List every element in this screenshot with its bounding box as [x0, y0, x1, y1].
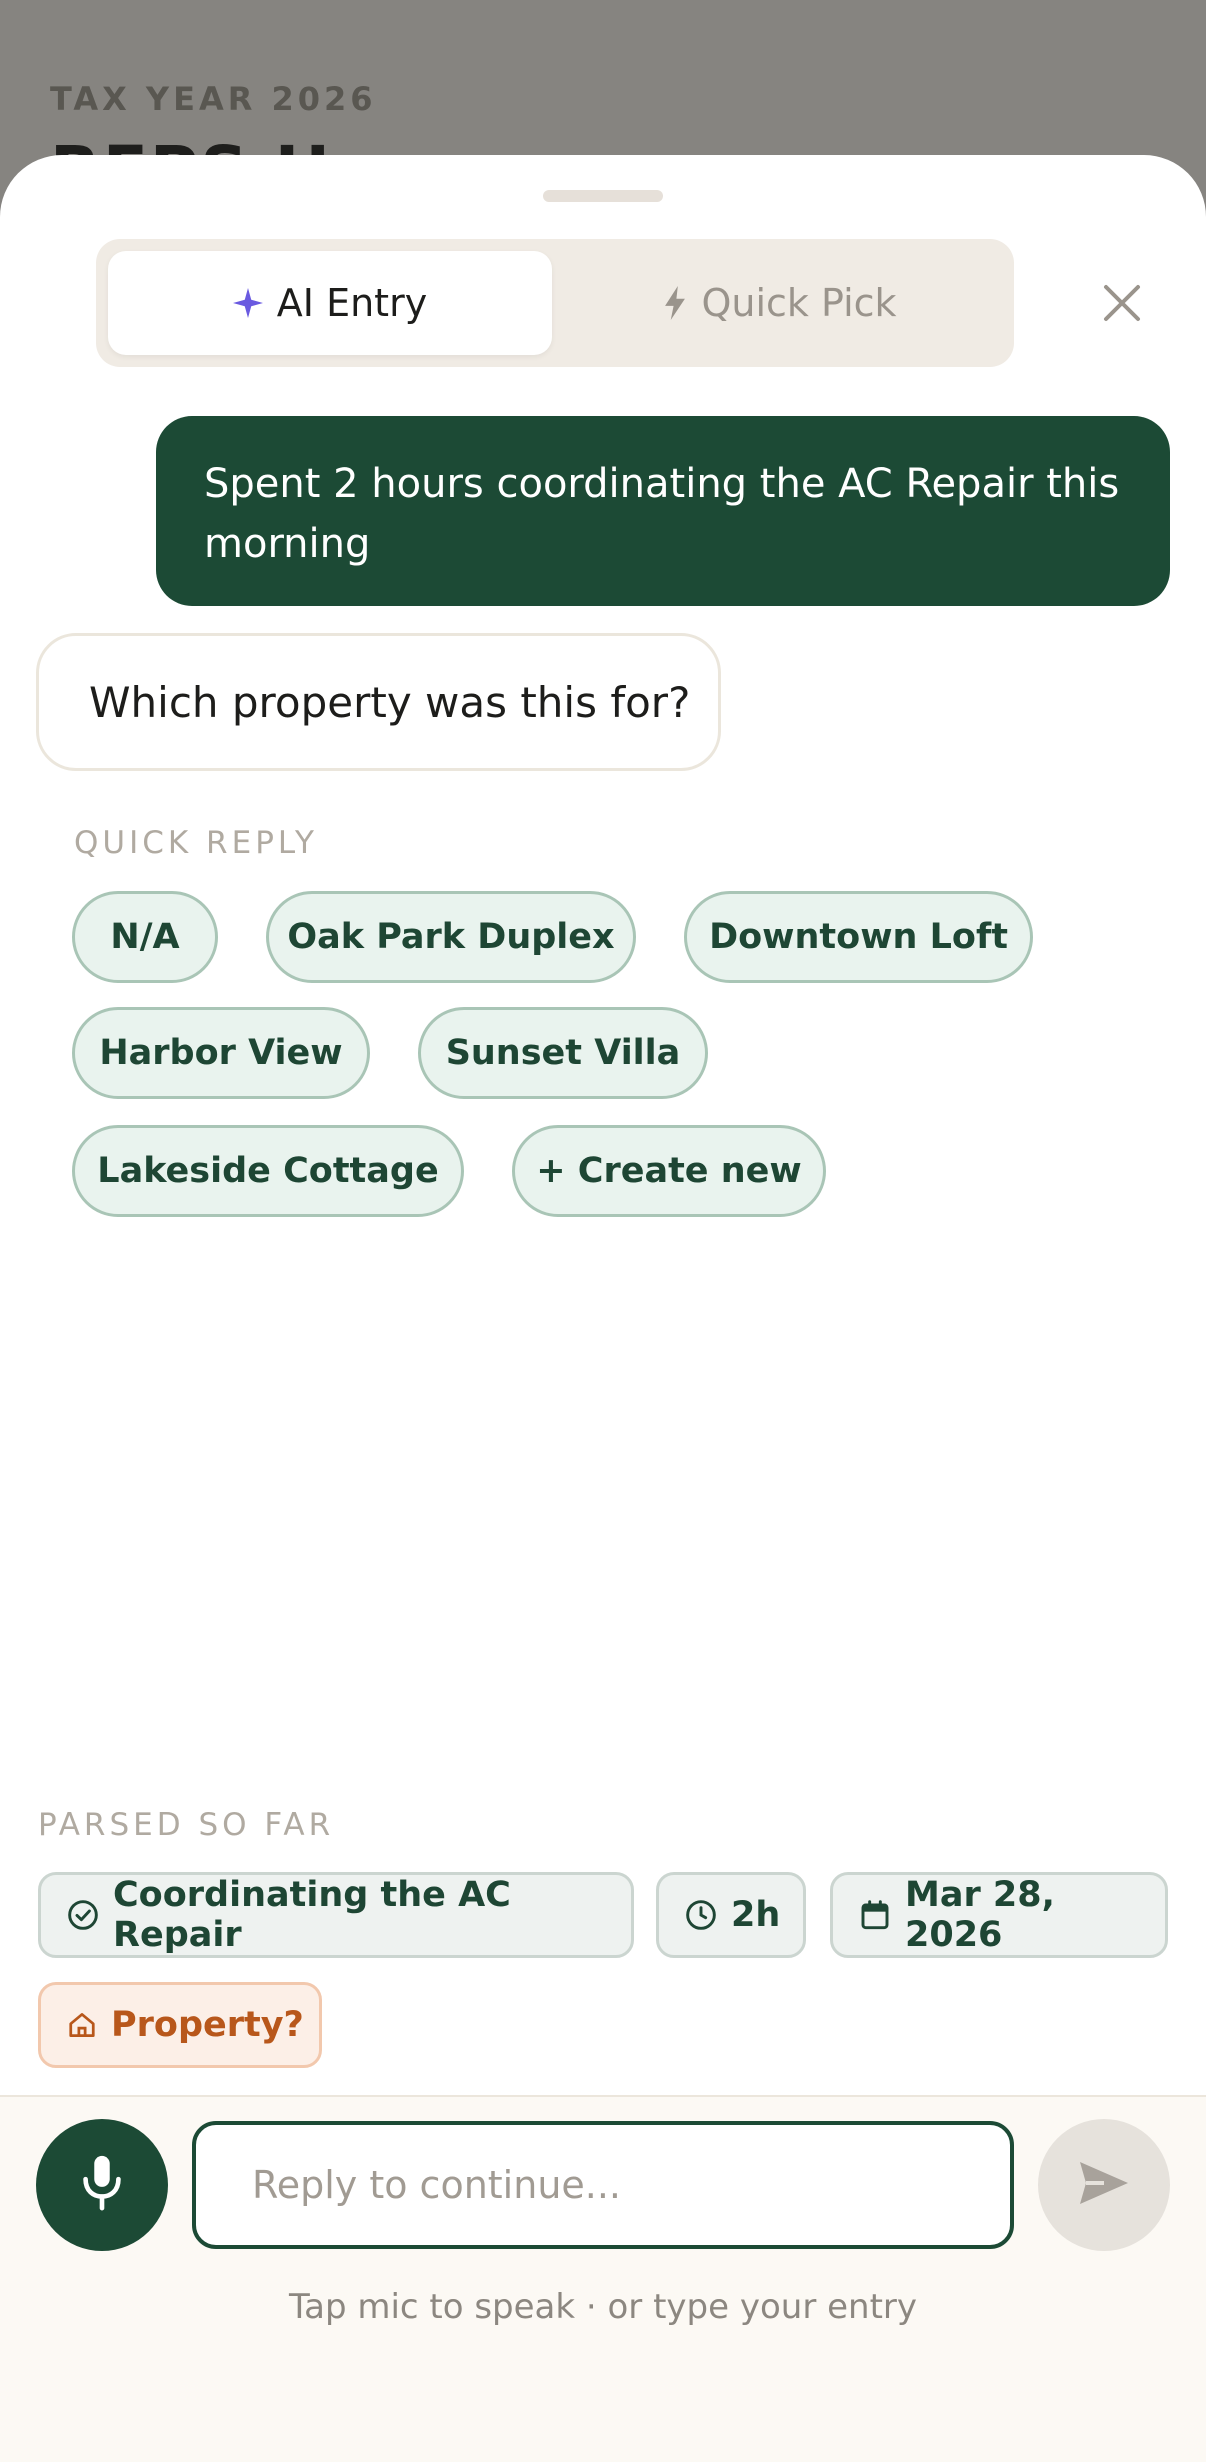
- parsed-duration-chip[interactable]: 2h: [656, 1872, 806, 1958]
- reply-input[interactable]: [192, 2121, 1014, 2249]
- background-eyebrow: TAX YEAR 2026: [50, 80, 377, 118]
- parsed-property-chip[interactable]: Property?: [38, 1982, 322, 2068]
- quick-reply-chip-create-new[interactable]: + Create new: [512, 1125, 826, 1217]
- entry-bottom-sheet: AI Entry Quick Pick Spent 2 hours coordi…: [0, 155, 1206, 2462]
- close-button[interactable]: [1096, 279, 1148, 331]
- calendar-icon: [859, 1899, 891, 1931]
- quick-reply-chip-na[interactable]: N/A: [72, 891, 218, 983]
- mic-button[interactable]: [36, 2119, 168, 2251]
- home-icon: [67, 2010, 97, 2040]
- quick-reply-chip-sunset-villa[interactable]: Sunset Villa: [418, 1007, 708, 1099]
- send-icon: [1078, 2160, 1130, 2210]
- parsed-property-text: Property?: [111, 2005, 304, 2045]
- microphone-icon: [78, 2154, 126, 2216]
- check-circle-icon: [67, 1899, 99, 1931]
- quick-reply-chip-downtown-loft[interactable]: Downtown Loft: [684, 891, 1033, 983]
- mode-segmented-control: AI Entry Quick Pick: [96, 239, 1014, 367]
- parsed-so-far-label: PARSED SO FAR: [38, 1807, 335, 1843]
- composer-bar: Tap mic to speak · or type your entry: [0, 2095, 1206, 2462]
- clock-icon: [685, 1899, 717, 1931]
- drag-handle[interactable]: [543, 190, 663, 202]
- close-icon: [1102, 283, 1142, 327]
- tab-quick-pick-label: Quick Pick: [701, 281, 897, 325]
- assistant-message-text: Which property was this for?: [89, 677, 691, 727]
- parsed-date-chip[interactable]: Mar 28, 2026: [830, 1872, 1168, 1958]
- tab-ai-entry-label: AI Entry: [276, 281, 428, 325]
- user-message-bubble: Spent 2 hours coordinating the AC Repair…: [156, 416, 1170, 606]
- tab-quick-pick[interactable]: Quick Pick: [558, 251, 1002, 355]
- quick-reply-label: QUICK REPLY: [74, 825, 318, 861]
- send-button[interactable]: [1038, 2119, 1170, 2251]
- tab-ai-entry[interactable]: AI Entry: [108, 251, 552, 355]
- bolt-icon: [663, 286, 687, 320]
- assistant-message-bubble: Which property was this for?: [36, 633, 721, 771]
- parsed-task-chip[interactable]: Coordinating the AC Repair: [38, 1872, 634, 1958]
- parsed-duration-text: 2h: [731, 1895, 781, 1935]
- sparkle-icon: [232, 288, 263, 318]
- quick-reply-chip-lakeside-cottage[interactable]: Lakeside Cottage: [72, 1125, 464, 1217]
- parsed-task-text: Coordinating the AC Repair: [113, 1875, 511, 1955]
- quick-reply-chip-harbor-view[interactable]: Harbor View: [72, 1007, 370, 1099]
- composer-hint: Tap mic to speak · or type your entry: [288, 2287, 918, 2327]
- quick-reply-chip-oak-park-duplex[interactable]: Oak Park Duplex: [266, 891, 636, 983]
- parsed-date-text: Mar 28, 2026: [905, 1875, 1055, 1955]
